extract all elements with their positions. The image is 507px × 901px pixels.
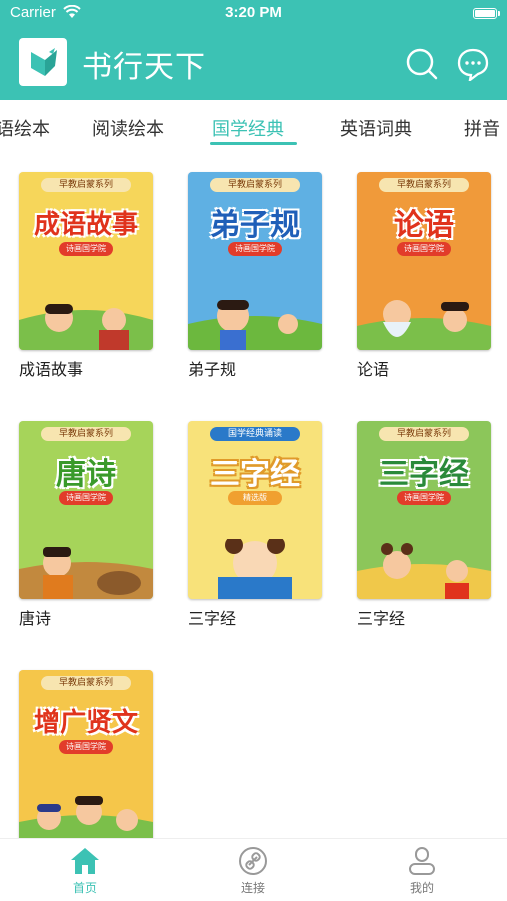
cover-title: 论语 <box>394 208 454 243</box>
cover-publisher: 诗画国学院 <box>397 242 451 256</box>
search-icon[interactable] <box>405 47 439 81</box>
cover-title: 唐诗 <box>56 457 116 492</box>
cover-publisher: 诗画国学院 <box>59 740 113 754</box>
nav-home[interactable]: 首页 <box>35 845 135 896</box>
book-title[interactable]: 论语 <box>357 356 389 380</box>
cover-series-label: 早教启蒙系列 <box>210 178 300 192</box>
link-icon <box>239 847 267 875</box>
cover-illustration <box>357 300 491 350</box>
book-bird-icon <box>31 48 57 76</box>
cover-publisher: 诗画国学院 <box>59 242 113 256</box>
book-cover[interactable]: 早教启蒙系列 唐诗 诗画国学院 <box>19 421 153 599</box>
tab-english-dictionary[interactable]: 英语词典 <box>340 115 412 141</box>
cover-illustration <box>218 539 292 599</box>
cover-title: 弟子规 <box>210 208 300 243</box>
tab-classics[interactable]: 国学经典 <box>212 115 284 141</box>
book-title[interactable]: 弟子规 <box>188 356 236 380</box>
home-icon <box>71 848 99 874</box>
cover-series-label: 早教启蒙系列 <box>379 178 469 192</box>
cover-series-label: 早教启蒙系列 <box>41 178 131 192</box>
nav-profile-label: 我的 <box>409 881 434 895</box>
cover-edition: 精选版 <box>228 491 282 505</box>
tab-reading-books[interactable]: 阅读绘本 <box>92 115 164 141</box>
cover-illustration <box>19 547 153 599</box>
book-cover[interactable]: 早教启蒙系列 论语 诗画国学院 <box>357 172 491 350</box>
cover-publisher: 诗画国学院 <box>397 491 451 505</box>
cover-publisher: 诗画国学院 <box>228 242 282 256</box>
active-tab-indicator <box>210 142 297 145</box>
cover-illustration <box>357 543 491 599</box>
cover-series-label: 国学经典诵读 <box>210 427 300 441</box>
cover-title: 成语故事 <box>33 210 138 240</box>
message-icon[interactable] <box>456 47 490 81</box>
book-cover[interactable]: 早教启蒙系列 弟子规 诗画国学院 <box>188 172 322 350</box>
app-header: Carrier 3:20 PM 书行天下 <box>0 0 507 100</box>
cover-title: 三字经 <box>210 457 300 492</box>
nav-connect-label: 连接 <box>240 881 265 895</box>
battery-icon <box>473 8 500 19</box>
tab-pinyin[interactable]: 拼音 <box>464 115 500 141</box>
tab-picture-books[interactable]: 语绘本 <box>0 115 50 141</box>
profile-icon <box>409 847 435 875</box>
nav-home-label: 首页 <box>72 881 97 895</box>
cover-illustration <box>19 304 153 350</box>
book-title[interactable]: 三字经 <box>357 605 405 629</box>
book-cover[interactable]: 早教启蒙系列 成语故事 诗画国学院 <box>19 172 153 350</box>
book-title[interactable]: 成语故事 <box>19 356 83 380</box>
clock: 3:20 PM <box>225 4 282 21</box>
cover-title: 三字经 <box>379 457 469 492</box>
bottom-tab-bar: 首页 连接 我的 <box>0 838 507 901</box>
status-bar: Carrier 3:20 PM <box>0 0 507 28</box>
nav-connect[interactable]: 连接 <box>203 845 303 896</box>
app-logo <box>19 38 67 86</box>
cover-series-label: 早教启蒙系列 <box>41 427 131 441</box>
book-title[interactable]: 三字经 <box>188 605 236 629</box>
book-title[interactable]: 唐诗 <box>19 605 51 629</box>
cover-series-label: 早教启蒙系列 <box>41 676 131 690</box>
book-cover[interactable]: 早教启蒙系列 三字经 诗画国学院 <box>357 421 491 599</box>
cover-illustration <box>188 300 322 350</box>
cover-series-label: 早教启蒙系列 <box>379 427 469 441</box>
book-cover[interactable]: 早教启蒙系列 增广贤文 诗画国学院 <box>19 670 153 848</box>
cover-publisher: 诗画国学院 <box>59 491 113 505</box>
app-title: 书行天下 <box>82 50 206 85</box>
nav-profile[interactable]: 我的 <box>372 845 472 896</box>
cover-title: 增广贤文 <box>33 708 138 738</box>
book-cover[interactable]: 国学经典诵读 三字经 精选版 <box>188 421 322 599</box>
